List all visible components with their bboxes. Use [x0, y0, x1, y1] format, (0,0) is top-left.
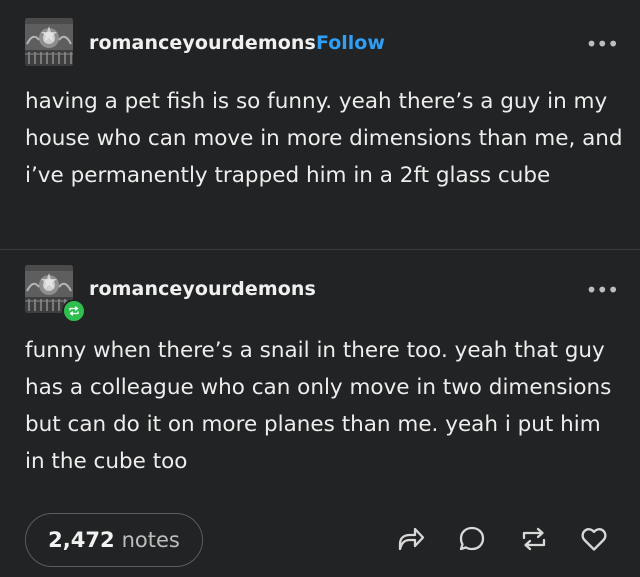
reblog-post: romanceyourdemons ••• funny when there’s… — [0, 249, 640, 577]
follow-button[interactable]: Follow — [316, 32, 385, 54]
share-icon[interactable] — [393, 521, 429, 557]
original-post: romanceyourdemons Follow ••• having a pe… — [0, 0, 640, 249]
post-username[interactable]: romanceyourdemons — [89, 32, 316, 54]
reply-icon[interactable] — [454, 521, 490, 557]
post-username[interactable]: romanceyourdemons — [89, 278, 316, 300]
reblog-badge-icon — [62, 299, 86, 323]
notes-label: notes — [121, 528, 180, 552]
notes-count: 2,472 — [48, 528, 115, 552]
more-options-button[interactable]: ••• — [586, 278, 619, 302]
avatar[interactable] — [25, 18, 73, 66]
post-body-text: having a pet fish is so funny. yeah ther… — [25, 89, 623, 188]
reblog-icon[interactable] — [516, 521, 552, 557]
notes-button[interactable]: 2,472 notes — [25, 513, 203, 567]
like-icon[interactable] — [576, 521, 612, 557]
post-body-text: funny when there’s a snail in there too.… — [25, 338, 612, 474]
more-options-button[interactable]: ••• — [586, 32, 619, 56]
